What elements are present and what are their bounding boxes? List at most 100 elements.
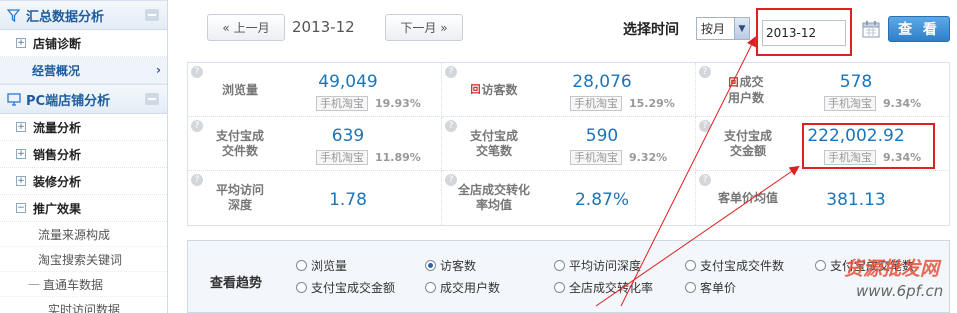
- trend-option-buyers[interactable]: 成交用户数: [425, 279, 500, 296]
- radio-icon[interactable]: [554, 260, 565, 271]
- radio-icon[interactable]: [554, 282, 565, 293]
- section-header-summary[interactable]: 汇总数据分析: [0, 0, 167, 30]
- metric-cell: ? 回访客数 28,076 手机淘宝 15.29%: [442, 63, 696, 117]
- date-toolbar: « 上一月 2013-12 下一月 » 选择时间 按月 ▼ 查 看: [205, 8, 950, 56]
- metric-label: 客单价均值: [717, 190, 778, 205]
- mobile-taobao-tag: 手机淘宝: [824, 96, 876, 111]
- trend-option-conversion[interactable]: 全店成交转化率: [554, 279, 653, 296]
- sidebar-item-label: 装修分析: [33, 174, 82, 189]
- metric-value: 578: [839, 72, 873, 92]
- select-time-label: 选择时间: [623, 22, 679, 38]
- watermark-logo: 货源批发网 www.6pf.cn: [818, 248, 953, 310]
- sidebar-item-traffic-analysis[interactable]: + 流量分析: [0, 114, 167, 141]
- section-title: PC端店铺分析: [26, 93, 111, 109]
- trend-option-label: 支付宝成交金额: [311, 281, 396, 295]
- trend-option-items[interactable]: 支付宝成交件数: [685, 257, 784, 274]
- metric-cell: ? 平均访问深度 1.78: [188, 171, 442, 225]
- collapse-icon[interactable]: [145, 93, 159, 105]
- metric-cell: ? 支付宝成交笔数 590 手机淘宝 9.32%: [442, 117, 696, 171]
- calendar-icon[interactable]: [862, 20, 880, 38]
- chevron-right-icon: ›: [156, 63, 161, 77]
- sidebar-subitem-label: 直通车数据: [43, 277, 104, 292]
- current-date: 2013-12: [292, 18, 355, 36]
- metric-label: 支付宝成交金额: [723, 129, 772, 158]
- metric-label-text: 访客数: [481, 82, 518, 97]
- trend-option-uv[interactable]: 访客数: [425, 257, 476, 274]
- chevron-down-icon[interactable]: ▼: [734, 18, 749, 39]
- metric-label: 全店成交转化率均值: [457, 183, 530, 212]
- radio-icon[interactable]: [296, 282, 307, 293]
- trend-option-depth[interactable]: 平均访问深度: [554, 257, 641, 274]
- expand-icon[interactable]: +: [16, 176, 26, 186]
- sidebar-item-decoration-analysis[interactable]: + 装修分析: [0, 168, 167, 195]
- metric-label: 回成交用户数: [706, 63, 786, 117]
- sidebar-item-promotion-effect[interactable]: − 推广效果: [0, 195, 167, 222]
- mobile-taobao-tag: 手机淘宝: [570, 96, 622, 111]
- radio-icon[interactable]: [685, 260, 696, 271]
- sidebar: 汇总数据分析 + 店铺诊断 经营概况 › PC端店铺分析 + 流量分析 + 销售…: [0, 0, 168, 313]
- mobile-percent: 15.29%: [629, 97, 675, 110]
- radio-icon[interactable]: [425, 282, 436, 293]
- trend-option-label: 访客数: [440, 259, 477, 273]
- date-input-highlight: [756, 8, 852, 56]
- view-button[interactable]: 查 看: [888, 16, 950, 42]
- metric-cell: ? 客单价均值 381.13: [696, 171, 950, 225]
- collapse-icon[interactable]: [145, 9, 159, 21]
- sidebar-subitem-label: 流量来源构成: [38, 227, 111, 242]
- watermark-url: www.6pf.cn: [856, 282, 944, 300]
- mobile-icon: 回: [470, 84, 481, 96]
- sidebar-subitem-ztc-data[interactable]: — 直通车数据: [0, 272, 167, 297]
- radio-icon[interactable]: [296, 260, 307, 271]
- trend-option-label: 浏览量: [311, 259, 348, 273]
- trend-option-avg-price[interactable]: 客单价: [685, 279, 736, 296]
- radio-checked-icon[interactable]: [425, 260, 436, 271]
- trend-option-label: 支付宝成交件数: [700, 259, 785, 273]
- monitor-icon: [6, 92, 21, 107]
- expand-icon[interactable]: +: [16, 122, 26, 132]
- trend-option-pv[interactable]: 浏览量: [296, 257, 347, 274]
- sidebar-item-label: 销售分析: [33, 147, 82, 162]
- section-header-pc-shop[interactable]: PC端店铺分析: [0, 84, 167, 114]
- sidebar-subitem-search-keywords[interactable]: 淘宝搜索关键词: [0, 247, 167, 272]
- sidebar-item-label: 经营概况: [32, 63, 81, 78]
- sidebar-item-business-overview[interactable]: 经营概况 ›: [0, 57, 167, 84]
- metric-value: 639: [331, 126, 365, 146]
- metric-cell: ? 浏览量 49,049 手机淘宝 19.93%: [188, 63, 442, 117]
- metric-value: 28,076: [572, 72, 632, 92]
- metric-cell: ? 支付宝成交件数 639 手机淘宝 11.89%: [188, 117, 442, 171]
- sidebar-subitem-label: 实时访问数据: [48, 302, 121, 313]
- metric-value: 1.78: [329, 190, 367, 210]
- tree-branch-icon: —: [28, 277, 40, 291]
- sidebar-item-sales-analysis[interactable]: + 销售分析: [0, 141, 167, 168]
- trend-option-amount[interactable]: 支付宝成交金额: [296, 279, 395, 296]
- next-month-button[interactable]: 下一月 »: [385, 14, 463, 41]
- period-select-value: 按月: [701, 22, 726, 36]
- expand-icon[interactable]: +: [16, 149, 26, 159]
- funnel-icon: [6, 8, 21, 23]
- trend-label: 查看趋势: [210, 276, 263, 291]
- radio-icon[interactable]: [685, 282, 696, 293]
- trend-option-label: 客单价: [700, 281, 737, 295]
- mobile-taobao-tag: 手机淘宝: [570, 150, 622, 165]
- sidebar-item-label: 推广效果: [33, 201, 82, 216]
- metric-label: 平均访问深度: [215, 183, 264, 212]
- mobile-icon: 回: [728, 77, 739, 89]
- metric-label: 浏览量: [221, 82, 258, 97]
- sidebar-item-label: 店铺诊断: [33, 36, 82, 51]
- date-input[interactable]: [762, 20, 846, 46]
- mobile-percent: 19.93%: [375, 97, 421, 110]
- trend-option-label: 成交用户数: [440, 281, 501, 295]
- sidebar-item-shop-diagnosis[interactable]: + 店铺诊断: [0, 30, 167, 57]
- trend-option-label: 平均访问深度: [569, 259, 642, 273]
- sidebar-subitem-label: 淘宝搜索关键词: [38, 252, 123, 267]
- period-select[interactable]: 按月 ▼: [696, 17, 750, 40]
- expand-icon[interactable]: +: [16, 38, 26, 48]
- prev-month-button[interactable]: « 上一月: [207, 14, 285, 41]
- metric-cell: ? 回成交用户数 578 手机淘宝 9.34%: [696, 63, 950, 117]
- mobile-taobao-tag: 手机淘宝: [316, 96, 368, 111]
- highlight-box: [802, 123, 935, 169]
- collapse-box-icon[interactable]: −: [16, 203, 26, 213]
- sidebar-subitem-traffic-source[interactable]: 流量来源构成: [0, 222, 167, 247]
- trend-option-label: 全店成交转化率: [569, 281, 654, 295]
- sidebar-subitem-realtime[interactable]: 实时访问数据: [0, 297, 167, 313]
